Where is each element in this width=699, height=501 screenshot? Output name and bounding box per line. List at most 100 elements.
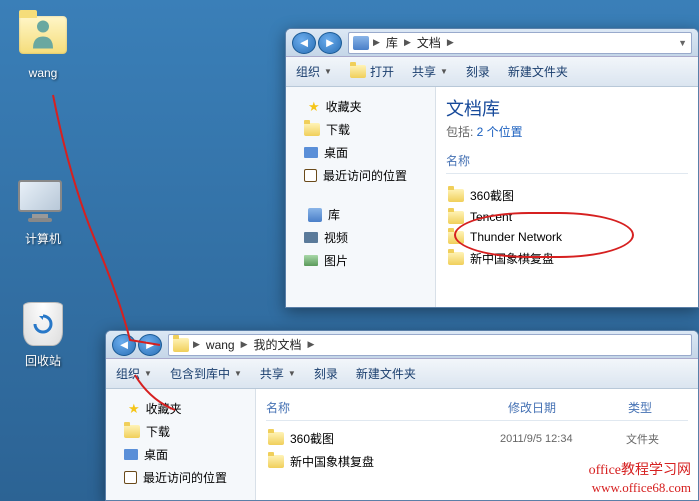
caret-down-icon: ▼ [144,369,152,378]
computer-icon [18,180,68,228]
toolbar-label: 刻录 [314,365,338,382]
burn-button[interactable]: 刻录 [466,63,490,80]
folder-icon [350,65,366,78]
folder-row[interactable]: 新中国象棋复盘 [446,247,688,270]
breadcrumb-item[interactable]: 库 [384,34,400,51]
column-header[interactable]: 名称 [446,150,688,174]
desktop-icon-computer[interactable]: 计算机 [8,180,78,247]
col-type-header[interactable]: 类型 [628,399,688,416]
folder-row[interactable]: 360截图 2011/9/5 12:34 文件夹 [266,427,688,450]
sidebar-item-desktop[interactable]: 桌面 [110,443,251,466]
watermark-text: office教程学习网 [589,462,691,480]
toolbar-label: 新建文件夹 [508,63,568,80]
explorer-window-documents: ◄ ► ▶ 库 ▶ 文档 ▶ ▼ 组织 ▼ 打开 共享▼ 刻录 新建文件夹 ★收藏… [285,28,699,308]
sidebar-item-recent[interactable]: 最近访问的位置 [110,466,251,489]
breadcrumb-item[interactable]: 我的文档 [252,336,304,353]
folder-icon [124,425,140,438]
folder-row[interactable]: Tencent [446,207,688,227]
sidebar-favorites[interactable]: ★收藏夹 [290,95,431,118]
folder-icon [448,211,464,224]
sidebar-item-label: 桌面 [324,144,348,161]
toolbar-label: 共享 [260,365,284,382]
sidebar-item-label: 桌面 [144,446,168,463]
col-name-header[interactable]: 名称 [446,152,688,169]
file-name: 360截图 [470,187,514,204]
recent-icon [304,169,317,182]
breadcrumb-item[interactable]: wang [204,338,237,352]
folder-icon [448,252,464,265]
desktop-icon-recycle-bin[interactable]: 回收站 [8,302,78,369]
toolbar-label: 新建文件夹 [356,365,416,382]
address-bar[interactable]: ▶ 库 ▶ 文档 ▶ ▼ [348,32,692,54]
sidebar-item-label: 库 [328,206,340,223]
folder-row[interactable]: Thunder Network [446,227,688,247]
file-name: 新中国象棋复盘 [470,250,554,267]
file-name: 360截图 [290,430,494,447]
col-name-header[interactable]: 名称 [266,399,508,416]
desktop-icon-wang[interactable]: wang [8,8,78,80]
new-folder-button[interactable]: 新建文件夹 [356,365,416,382]
column-header[interactable]: 名称 修改日期 类型 [266,397,688,421]
toolbar: 组织▼ 包含到库中▼ 共享 ▼ 刻录 新建文件夹 [106,359,698,389]
picture-icon [304,255,318,266]
desktop-icon-label: wang [8,66,78,80]
new-folder-button[interactable]: 新建文件夹 [508,63,568,80]
sidebar-item-video[interactable]: 视频 [290,226,431,249]
folder-icon [173,338,189,352]
sidebar-libraries[interactable]: 库 [290,203,431,226]
address-dropdown[interactable]: ▼ [678,38,687,48]
nav-forward-button[interactable]: ► [318,32,342,54]
nav-forward-button[interactable]: ► [138,334,162,356]
folder-row[interactable]: 360截图 [446,184,688,207]
caret-down-icon: ▼ [324,67,332,76]
library-title: 文档库 [446,95,688,121]
star-icon: ★ [308,99,320,115]
share-button[interactable]: 共享 ▼ [260,365,296,382]
sidebar-item-downloads[interactable]: 下载 [110,420,251,443]
recycle-bin-icon [18,302,68,350]
chevron-right-icon: ▶ [447,37,454,48]
organize-button[interactable]: 组织▼ [116,365,152,382]
titlebar[interactable]: ◄ ► ▶ wang ▶ 我的文档 ▶ [106,331,698,359]
toolbar: 组织 ▼ 打开 共享▼ 刻录 新建文件夹 [286,57,698,87]
sidebar-favorites[interactable]: ★ 收藏夹 [110,397,251,420]
caret-down-icon: ▼ [288,369,296,378]
content-pane: 文档库 包括: 2 个位置 名称 360截图 Tencent Thunder N… [436,87,698,307]
address-bar[interactable]: ▶ wang ▶ 我的文档 ▶ [168,334,692,356]
sidebar-item-label: 下载 [326,121,350,138]
sidebar: ★ 收藏夹 下载 桌面 最近访问的位置 [106,389,256,500]
share-button[interactable]: 共享▼ [412,63,448,80]
toolbar-label: 组织 [296,63,320,80]
library-icon [353,36,369,50]
toolbar-label: 打开 [370,63,394,80]
file-name: Thunder Network [470,230,562,244]
chevron-right-icon: ▶ [308,339,315,350]
nav-back-button[interactable]: ◄ [292,32,316,54]
library-locations-link[interactable]: 2 个位置 [477,125,523,139]
col-date-header[interactable]: 修改日期 [508,399,628,416]
folder-icon [268,432,284,445]
file-date: 2011/9/5 12:34 [500,433,620,445]
burn-button[interactable]: 刻录 [314,365,338,382]
include-in-library-button[interactable]: 包含到库中▼ [170,365,242,382]
organize-button[interactable]: 组织 ▼ [296,63,332,80]
titlebar[interactable]: ◄ ► ▶ 库 ▶ 文档 ▶ ▼ [286,29,698,57]
file-type: 文件夹 [626,431,686,447]
sidebar-item-desktop[interactable]: 桌面 [290,141,431,164]
watermark-url: www.office68.com [589,480,691,497]
chevron-right-icon: ▶ [404,37,411,48]
desktop-icon [124,449,138,460]
star-icon: ★ [128,401,140,417]
sidebar: ★收藏夹 下载 桌面 最近访问的位置 库 视频 图片 [286,87,436,307]
sidebar-item-pictures[interactable]: 图片 [290,249,431,272]
desktop-icon [304,147,318,158]
nav-back-button[interactable]: ◄ [112,334,136,356]
folder-icon [304,123,320,136]
sidebar-item-recent[interactable]: 最近访问的位置 [290,164,431,187]
sidebar-item-label: 收藏夹 [146,400,182,417]
open-button[interactable]: 打开 [350,63,394,80]
breadcrumb-item[interactable]: 文档 [415,34,443,51]
sidebar-item-label: 图片 [324,252,348,269]
recent-icon [124,471,137,484]
sidebar-item-downloads[interactable]: 下载 [290,118,431,141]
